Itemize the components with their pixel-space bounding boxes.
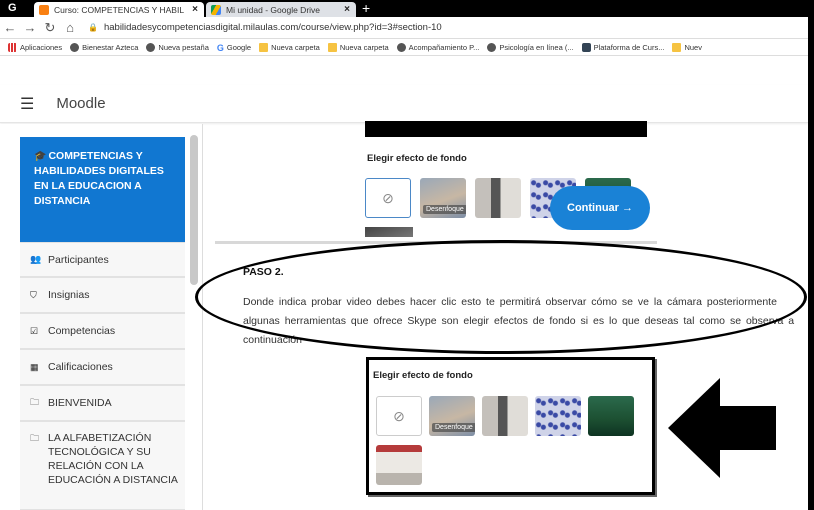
bg-effect-panel-heading: Elegir efecto de fondo xyxy=(373,370,473,381)
drive-favicon-icon xyxy=(211,4,221,15)
bookmark-google[interactable]: G Google xyxy=(216,42,251,53)
users-icon: 👥 xyxy=(30,254,42,264)
folder-icon xyxy=(259,42,269,52)
bookmark-nuev[interactable]: Nuev xyxy=(672,42,702,52)
highlight-ellipse xyxy=(195,240,807,354)
folder-icon: 🗀 xyxy=(30,397,40,407)
platform-icon xyxy=(581,42,591,52)
apps-grid-icon xyxy=(8,42,17,52)
partial-bg-tile xyxy=(365,227,413,237)
back-arrow-icon[interactable]: ← xyxy=(0,20,20,35)
url-field[interactable]: 🔒 habilidadesycompetenciasdigital.milaul… xyxy=(88,22,442,33)
no-effect-tile[interactable]: ⊘ xyxy=(376,396,422,436)
room-bg-tile[interactable] xyxy=(482,396,528,436)
pattern-bg-tile[interactable] xyxy=(535,396,581,436)
folder-icon: 🗀 xyxy=(30,433,40,443)
sidebar-item-insignias[interactable]: ⛉ Insignias xyxy=(20,277,185,313)
bookmark-plataforma[interactable]: Plataforma de Curs... xyxy=(581,42,664,52)
continuar-button[interactable]: Continuar → xyxy=(550,186,650,230)
globe-icon xyxy=(70,42,80,52)
google-icon: G xyxy=(8,2,17,14)
green-bg-tile[interactable] xyxy=(588,396,634,436)
redacted-bar xyxy=(365,121,647,137)
bookmark-nueva-pestana[interactable]: Nueva pestaña xyxy=(146,42,209,52)
address-bar: ← → ↻ ⌂ 🔒 habilidadesycompetenciasdigita… xyxy=(0,17,808,39)
globe-icon xyxy=(146,42,156,52)
tab-moodle-course[interactable]: Curso: COMPETENCIAS Y HABIL × xyxy=(34,2,204,17)
bookmark-acompanamiento[interactable]: Acompañamiento P... xyxy=(396,42,479,52)
new-tab-button[interactable]: + xyxy=(362,0,370,16)
bg-effect-heading: Elegir efecto de fondo xyxy=(367,153,467,164)
folder-icon xyxy=(327,42,337,52)
bookmark-bienestar[interactable]: Bienestar Azteca xyxy=(70,42,138,52)
moodle-favicon-icon xyxy=(39,4,49,15)
moodle-navbar: ☰ Moodle xyxy=(0,85,808,123)
site-title[interactable]: Moodle xyxy=(56,95,105,112)
screenshot-frame: G Curso: COMPETENCIAS Y HABIL × Mi unida… xyxy=(0,0,814,510)
tab-google-drive[interactable]: Mi unidad - Google Drive × xyxy=(206,2,356,17)
tab-title: Mi unidad - Google Drive xyxy=(226,4,321,15)
sidebar-scrollbar[interactable] xyxy=(190,135,198,285)
hamburger-menu-icon[interactable]: ☰ xyxy=(20,94,34,114)
sidebar-item-alfabetizacion[interactable]: 🗀 LA ALFABETIZACIÓN TECNOLÓGICA Y SU RELA… xyxy=(20,421,185,510)
blur-tile[interactable]: Desenfoque xyxy=(429,396,475,436)
bookmarks-bar: Aplicaciones Bienestar Azteca Nueva pest… xyxy=(0,39,808,56)
sidebar-item-bienvenida[interactable]: 🗀 BIENVENIDA xyxy=(20,385,185,421)
sidebar-course-title[interactable]: 🎓 COMPETENCIAS Y HABILIDADES DIGITALES EN… xyxy=(20,137,185,242)
tab-title: Curso: COMPETENCIAS Y HABIL xyxy=(54,4,185,15)
bookmark-folder-2[interactable]: Nueva carpeta xyxy=(327,42,389,52)
check-square-icon: ☑ xyxy=(30,325,39,336)
globe-icon xyxy=(487,42,497,52)
google-icon: G xyxy=(216,42,224,53)
page-top-band xyxy=(0,56,808,85)
url-text: habilidadesycompetenciasdigital.milaulas… xyxy=(103,22,442,33)
browser-tab-strip: G Curso: COMPETENCIAS Y HABIL × Mi unida… xyxy=(0,0,814,17)
reload-icon[interactable]: ↻ xyxy=(40,20,60,36)
sidebar-item-calificaciones[interactable]: ▦ Calificaciones xyxy=(20,349,185,385)
office-bg-tile[interactable] xyxy=(376,445,422,485)
bookmark-folder-1[interactable]: Nueva carpeta xyxy=(259,42,320,52)
bg-effect-panel: Elegir efecto de fondo ⊘ Desenfoque xyxy=(366,357,655,495)
sidebar-item-competencias[interactable]: ☑ Competencias xyxy=(20,313,185,349)
shield-icon: ⛉ xyxy=(30,289,37,300)
graduation-cap-icon: 🎓 xyxy=(34,151,47,162)
sidebar-item-participantes[interactable]: 👥 Participantes xyxy=(20,242,185,277)
close-tab-icon[interactable]: × xyxy=(192,4,198,15)
pointer-arrow-icon xyxy=(668,378,776,478)
blur-tile[interactable]: Desenfoque xyxy=(420,178,466,218)
bookmark-psicologia[interactable]: Psicología en línea (... xyxy=(487,42,574,52)
folder-icon xyxy=(672,42,682,52)
lock-icon: 🔒 xyxy=(88,23,98,32)
bookmark-apps[interactable]: Aplicaciones xyxy=(8,42,62,52)
close-tab-icon[interactable]: × xyxy=(344,4,350,15)
no-effect-tile[interactable]: ⊘ xyxy=(365,178,411,218)
globe-icon xyxy=(396,42,406,52)
home-icon[interactable]: ⌂ xyxy=(60,20,80,35)
table-icon: ▦ xyxy=(30,361,39,372)
room-bg-tile[interactable] xyxy=(475,178,521,218)
forward-arrow-icon[interactable]: → xyxy=(20,20,40,35)
